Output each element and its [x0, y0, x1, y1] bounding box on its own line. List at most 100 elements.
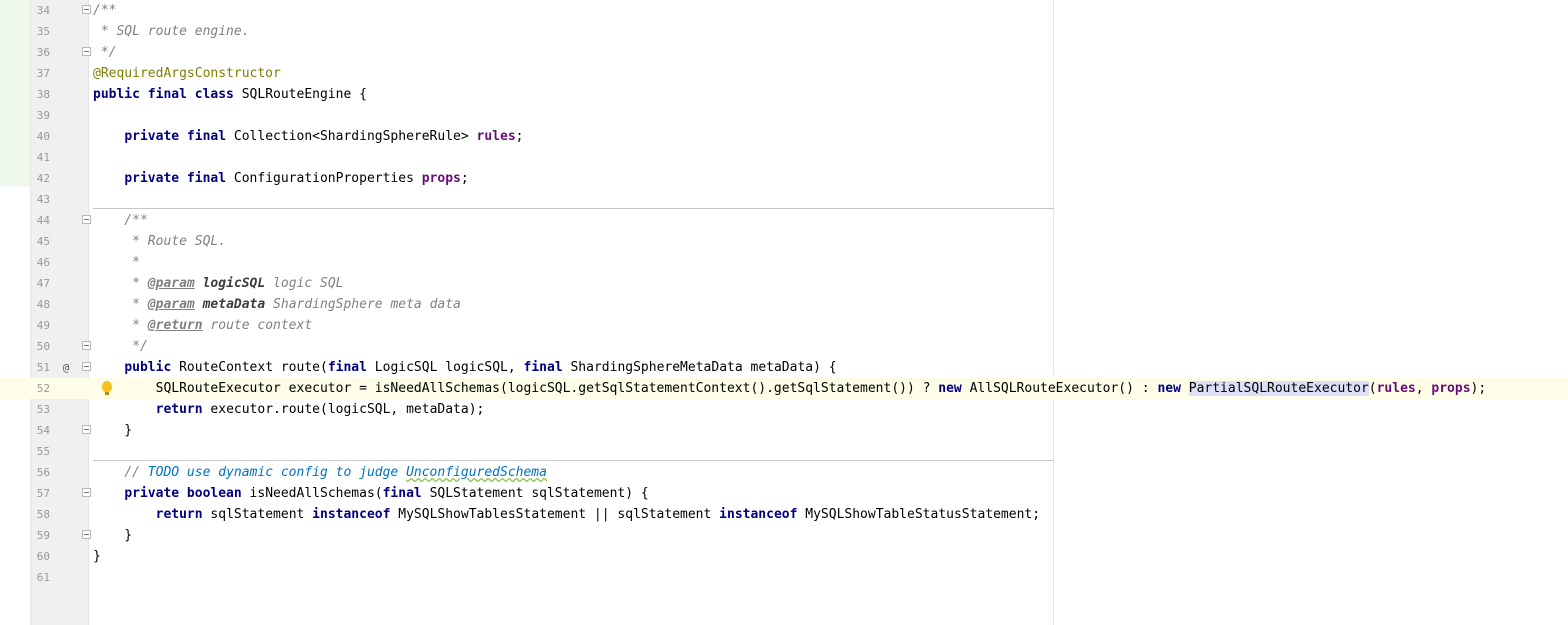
code-line[interactable]: 60} [0, 546, 1568, 567]
code-text[interactable]: * @param metaData ShardingSphere meta da… [93, 294, 461, 315]
code-text[interactable]: * [93, 252, 140, 273]
code-token: * [93, 276, 148, 291]
code-line[interactable]: 34 /** [0, 0, 1568, 21]
line-number[interactable]: 42 [30, 168, 50, 189]
code-line[interactable]: 56 // TODO use dynamic config to judge U… [0, 462, 1568, 483]
code-line[interactable]: 37 @RequiredArgsConstructor [0, 63, 1568, 84]
code-text[interactable]: public final class SQLRouteEngine { [93, 84, 367, 105]
line-number[interactable]: 49 [30, 315, 50, 336]
line-number[interactable]: 47 [30, 273, 50, 294]
code-line[interactable]: 35 * SQL route engine. [0, 21, 1568, 42]
line-number[interactable]: 58 [30, 504, 50, 525]
code-token: instanceof [719, 507, 806, 522]
line-number[interactable]: 44 [30, 210, 50, 231]
line-number[interactable]: 39 [30, 105, 50, 126]
code-text[interactable]: private final Collection<ShardingSphereR… [93, 126, 523, 147]
code-line[interactable]: 54 } [0, 420, 1568, 441]
line-number[interactable]: 60 [30, 546, 50, 567]
code-token: new [938, 381, 970, 396]
code-line[interactable]: 52 SQLRouteExecutor executor = isNeedAll… [0, 378, 1568, 399]
code-line[interactable]: 49 * @return route context [0, 315, 1568, 336]
line-number[interactable]: 36 [30, 42, 50, 63]
code-line[interactable]: 57 private boolean isNeedAllSchemas(fina… [0, 483, 1568, 504]
code-line[interactable]: 44 /** [0, 210, 1568, 231]
fold-toggle-icon[interactable] [82, 341, 91, 350]
code-text[interactable]: */ [93, 336, 148, 357]
code-text[interactable]: return sqlStatement instanceof MySQLShow… [93, 504, 1040, 525]
code-line[interactable]: 42 private final ConfigurationProperties… [0, 168, 1568, 189]
code-text[interactable]: SQLRouteExecutor executor = isNeedAllSch… [93, 378, 1486, 399]
code-token: Collection<ShardingSphereRule> [233, 129, 477, 144]
line-number[interactable]: 41 [30, 147, 50, 168]
line-number[interactable]: 52 [30, 378, 50, 399]
code-token: ; [460, 171, 469, 186]
line-number[interactable]: 54 [30, 420, 50, 441]
code-token: * [93, 297, 148, 312]
code-line[interactable]: 43 [0, 189, 1568, 210]
fold-toggle-icon[interactable] [82, 47, 91, 56]
code-line[interactable]: 48 * @param metaData ShardingSphere meta… [0, 294, 1568, 315]
code-line[interactable]: 61 [0, 567, 1568, 588]
line-number[interactable]: 56 [30, 462, 50, 483]
line-number[interactable]: 45 [30, 231, 50, 252]
line-number[interactable]: 43 [30, 189, 50, 210]
code-line[interactable]: 59 } [0, 525, 1568, 546]
code-text[interactable]: private boolean isNeedAllSchemas(final S… [93, 483, 648, 504]
line-number[interactable]: 38 [30, 84, 50, 105]
code-text[interactable]: } [93, 420, 132, 441]
code-text[interactable]: * SQL route engine. [93, 21, 250, 42]
code-line[interactable]: 41 [0, 147, 1568, 168]
line-number[interactable]: 34 [30, 0, 50, 21]
fold-toggle-icon[interactable] [82, 425, 91, 434]
line-number[interactable]: 35 [30, 21, 50, 42]
fold-toggle-icon[interactable] [82, 362, 91, 371]
code-editor[interactable]: 34/** 35 * SQL route engine. 36 */37 @Requi… [0, 0, 1568, 625]
code-token: public [124, 360, 180, 375]
code-text[interactable]: private final ConfigurationProperties pr… [93, 168, 469, 189]
code-line[interactable]: 51 @ public RouteContext route(final Logi… [0, 357, 1568, 378]
fold-toggle-icon[interactable] [82, 530, 91, 539]
line-number[interactable]: 48 [30, 294, 50, 315]
code-text[interactable]: // TODO use dynamic config to judge Unco… [93, 462, 547, 483]
code-text[interactable]: return executor.route(logicSQL, metaData… [93, 399, 485, 420]
at-sign-icon[interactable]: @ [60, 357, 72, 378]
fold-toggle-icon[interactable] [82, 5, 91, 14]
code-line[interactable]: 46 * [0, 252, 1568, 273]
code-text[interactable]: /** [93, 210, 148, 231]
code-line[interactable]: 38 public final class SQLRouteEngine { [0, 84, 1568, 105]
fold-toggle-icon[interactable] [82, 215, 91, 224]
line-number[interactable]: 53 [30, 399, 50, 420]
code-line[interactable]: 55 [0, 441, 1568, 462]
code-line[interactable]: 39 [0, 105, 1568, 126]
code-line[interactable]: 50 */ [0, 336, 1568, 357]
code-line[interactable]: 47 * @param logicSQL logic SQL [0, 273, 1568, 294]
code-text[interactable]: * @return route context [93, 315, 312, 336]
code-text[interactable]: * @param logicSQL logic SQL [93, 273, 343, 294]
code-text[interactable]: /** [93, 0, 116, 21]
line-number[interactable]: 50 [30, 336, 50, 357]
code-text[interactable]: */ [93, 42, 117, 63]
line-number[interactable]: 51 [30, 357, 50, 378]
code-text[interactable]: public RouteContext route(final LogicSQL… [93, 357, 836, 378]
fold-toggle-icon[interactable] [82, 488, 91, 497]
code-line[interactable]: 36 */ [0, 42, 1568, 63]
code-line[interactable]: 58 return sqlStatement instanceof MySQLS… [0, 504, 1568, 525]
line-number[interactable]: 61 [30, 567, 50, 588]
line-number[interactable]: 40 [30, 126, 50, 147]
code-line[interactable]: 53 return executor.route(logicSQL, metaD… [0, 399, 1568, 420]
code-line[interactable]: 40 private final Collection<ShardingSphe… [0, 126, 1568, 147]
line-number[interactable]: 59 [30, 525, 50, 546]
line-number[interactable]: 46 [30, 252, 50, 273]
line-number[interactable]: 37 [30, 63, 50, 84]
line-number[interactable]: 55 [30, 441, 50, 462]
code-line[interactable]: 45 * Route SQL. [0, 231, 1568, 252]
code-text[interactable]: } [93, 525, 132, 546]
code-token: LRouteExecutor [1259, 381, 1369, 396]
code-text[interactable]: } [93, 546, 101, 567]
code-token: TODO use dynamic config to judge [147, 465, 407, 480]
code-token: ConfigurationProperties [233, 171, 422, 186]
line-number[interactable]: 57 [30, 483, 50, 504]
code-text[interactable]: * Route SQL. [93, 231, 226, 252]
code-text[interactable]: @RequiredArgsConstructor [93, 63, 281, 84]
